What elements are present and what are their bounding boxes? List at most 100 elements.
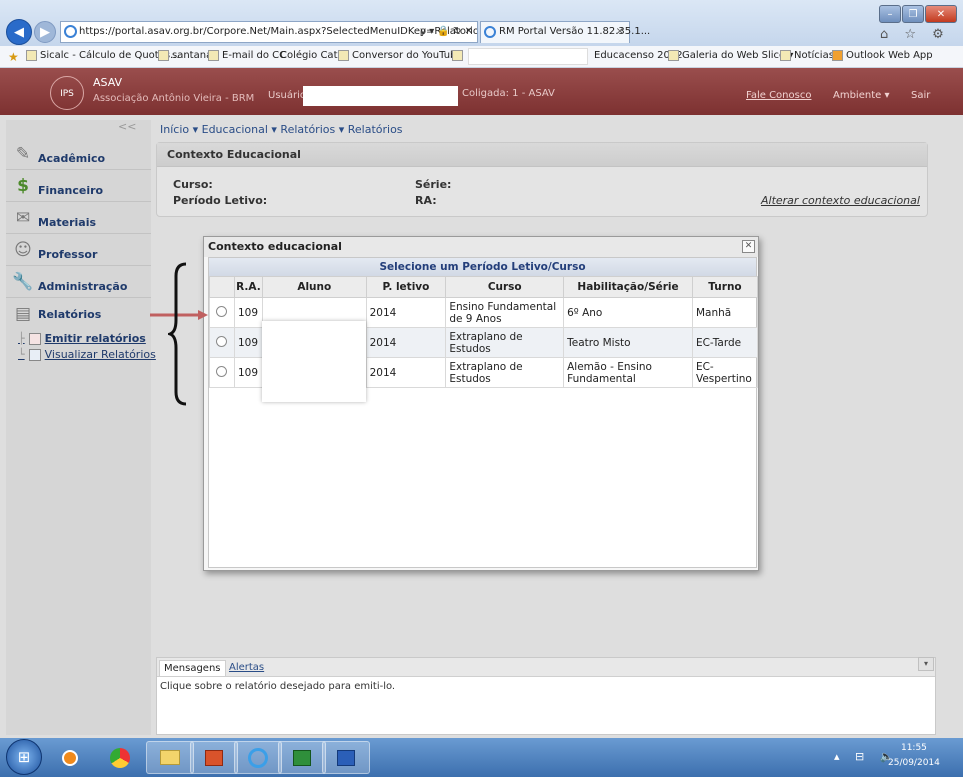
habilitacao-cell: Alemão - Ensino Fundamental [563,357,693,388]
message-text: Clique sobre o relatório desejado para e… [160,681,396,692]
file-explorer-icon[interactable] [146,741,194,774]
row-select[interactable] [209,297,235,328]
word-icon[interactable] [322,741,370,774]
aluno-redaction [262,321,366,402]
page-icon [158,50,169,61]
curso-cell: Ensino Fundamental de 9 Anos [445,297,565,328]
periodo-cell: 2014 [365,357,447,388]
favorite-item[interactable]: Galeria do Web Slice ▾ [668,50,793,61]
page-icon [452,50,463,61]
ra-cell: 109 [233,357,263,388]
address-controls[interactable]: ρ ▾ 🔒 ↻ ✕ [420,22,473,42]
alterar-contexto-link[interactable]: Alterar contexto educacional [761,194,920,207]
column-header: Curso [445,276,565,298]
favorite-item[interactable] [452,50,463,61]
back-arrow-icon: ◀ [14,24,24,40]
page-icon [26,50,37,61]
turno-cell: Manhã [691,297,759,328]
column-header: Aluno [261,276,367,298]
pencil-icon: ✎ [15,144,31,164]
modal-title: Contexto educacional [204,237,758,257]
column-header: Habilitação/Série [563,276,693,298]
browser-tools-icons[interactable]: ⌂ ☆ ⚙ [880,27,950,42]
ra-cell: 109 [233,327,263,358]
favorite-item[interactable]: santana [158,50,212,61]
ie-icon [64,25,77,38]
modal-close-icon[interactable]: ✕ [742,240,755,253]
powerpoint-icon[interactable] [190,741,238,774]
window-minimize-button[interactable]: – [879,5,901,23]
forward-button[interactable]: ▶ [34,21,56,43]
fale-conosco-link[interactable]: Fale Conosco [746,90,811,101]
favorite-item[interactable]: Outlook Web App [832,50,933,61]
favorite-item[interactable]: Sicalc - Cálculo de Quotas... [26,50,180,61]
messages-tabs: Mensagens Alertas [157,658,935,677]
periodo-cell: 2014 [365,297,447,328]
favorites-bar: ★ Sicalc - Cálculo de Quotas... santana … [0,46,963,68]
browser-tab[interactable]: RM Portal Versão 11.82.35.1... × [480,21,650,43]
coligada-label: Coligada: 1 - ASAV [462,88,555,99]
ambiente-menu[interactable]: Ambiente ▾ [833,90,889,101]
logout-link[interactable]: Sair [911,90,930,101]
table-header-row: R.A. Aluno P. letivo Curso Habilitação/S… [209,276,759,298]
favorite-item[interactable]: E-mail do CC [208,50,286,61]
chrome-icon[interactable] [96,741,144,774]
sidebar-item-administracao[interactable]: 🔧 Administração [6,268,151,298]
column-header: P. letivo [365,276,447,298]
radio-button[interactable] [216,305,228,317]
radio-button[interactable] [216,365,228,377]
breadcrumb[interactable]: Início ▾ Educacional ▾ Relatórios ▾ Rela… [160,123,403,136]
row-select[interactable] [209,357,235,388]
back-button[interactable]: ◀ [6,19,32,45]
sidebar-item-label: Professor [38,248,98,261]
sidebar-item-relatorios[interactable]: ▤ Relatórios [6,300,151,330]
panel-toggle-icon[interactable]: ▾ [918,657,934,671]
start-button[interactable]: ⊞ [6,739,42,775]
sidebar-collapse-button[interactable]: << [118,120,136,133]
row-select[interactable] [209,327,235,358]
grid-title: Selecione um Período Letivo/Curso [209,258,756,276]
wrench-icon: 🔧 [12,272,34,292]
media-player-icon[interactable] [46,741,94,774]
favorite-item[interactable]: Colégio Cat... [280,50,347,61]
clock-time: 11:55 [900,743,927,753]
clock[interactable]: 11:55 25/09/2014 [888,741,940,771]
tab-mensagens[interactable]: Mensagens [159,660,226,676]
internet-explorer-icon[interactable] [234,741,282,774]
ra-cell: 109 [233,297,263,328]
sidebar-item-label: Financeiro [38,184,104,197]
context-panel-title: Contexto Educacional [157,143,927,167]
ie-icon [484,26,496,38]
favorite-item[interactable]: Notícias [780,50,834,61]
selection-grid: Selecione um Período Letivo/Curso R.A. A… [208,257,759,568]
sidebar-item-label: Acadêmico [38,152,106,165]
page-icon [780,50,791,61]
periodo-label: Período Letivo: [173,194,268,207]
favorite-item[interactable]: Conversor do YouTube [338,50,463,61]
radio-button[interactable] [216,335,228,347]
box-icon: ✉ [15,208,31,228]
address-bar[interactable]: https://portal.asav.org.br/Corpore.Net/M… [60,21,478,43]
sidebar-item-label: Relatórios [38,308,102,321]
tab-alertas[interactable]: Alertas [225,660,268,676]
turno-cell: EC-Tarde [691,327,759,358]
ra-label: RA: [415,194,437,207]
person-icon: ☺ [14,240,32,260]
window-close-button[interactable]: ✕ [925,5,957,23]
logo: IPS [50,76,84,110]
view-report-icon [28,348,41,361]
sidebar-item-materiais[interactable]: ✉ Materiais [6,204,151,234]
app-subtitle: Associação Antônio Vieira - BRM [93,93,255,104]
tab-close-icon[interactable]: × [616,22,624,42]
sidebar-item-professor[interactable]: ☺ Professor [6,236,151,266]
excel-icon[interactable] [278,741,326,774]
window-maximize-button[interactable]: ❐ [902,5,924,23]
sidebar-item-financeiro[interactable]: $ Financeiro [6,172,151,202]
emitir-relatorios-link[interactable]: ├ Emitir relatórios [18,332,146,345]
habilitacao-cell: Teatro Misto [563,327,693,358]
sidebar-item-academico[interactable]: ✎ Acadêmico [6,140,151,170]
serie-label: Série: [415,178,452,191]
visualizar-relatorios-link[interactable]: └ Visualizar Relatórios [18,348,156,361]
context-panel: Contexto Educacional Curso: Período Leti… [156,142,928,217]
favorites-star-icon[interactable]: ★ [8,50,19,64]
